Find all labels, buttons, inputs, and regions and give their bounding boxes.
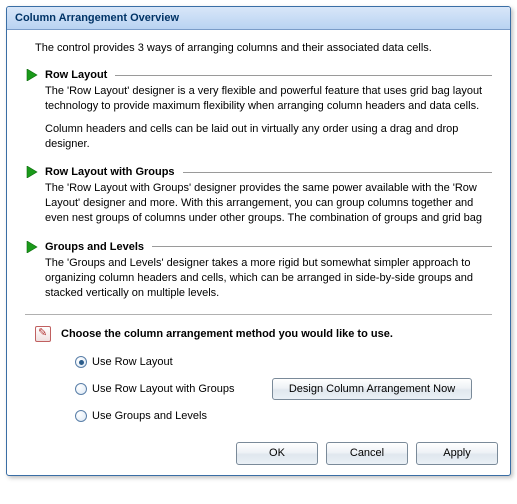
option-label: Use Row Layout with Groups [92, 383, 234, 395]
play-icon [25, 240, 39, 254]
dialog-button-row: OK Cancel Apply [7, 432, 510, 475]
section-row-layout-groups: Row Layout with Groups The 'Row Layout w… [25, 165, 492, 226]
radio-icon[interactable] [75, 410, 87, 422]
section-title: Groups and Levels [45, 241, 144, 253]
divider-line [152, 246, 492, 247]
button-label: Design Column Arrangement Now [289, 383, 455, 395]
option-label: Use Groups and Levels [92, 410, 207, 422]
title-bar: Column Arrangement Overview [7, 7, 510, 30]
cancel-button[interactable]: Cancel [326, 442, 408, 465]
section-title: Row Layout [45, 69, 107, 81]
play-icon [25, 68, 39, 82]
section-row-layout: Row Layout The 'Row Layout' designer is … [25, 68, 492, 151]
section-header: Row Layout with Groups [25, 165, 492, 179]
radio-icon[interactable] [75, 383, 87, 395]
section-body: The 'Row Layout' designer is a very flex… [45, 84, 492, 151]
choose-row: Choose the column arrangement method you… [35, 326, 492, 342]
edit-icon [35, 326, 51, 342]
option-use-groups-levels[interactable]: Use Groups and Levels [75, 410, 492, 422]
radio-group: Use Row Layout Use Row Layout with Group… [75, 356, 492, 422]
design-column-arrangement-button[interactable]: Design Column Arrangement Now [272, 378, 472, 400]
dialog-content: The control provides 3 ways of arranging… [7, 30, 510, 432]
section-header: Row Layout [25, 68, 492, 82]
divider-line [115, 75, 492, 76]
option-use-row-layout[interactable]: Use Row Layout [75, 356, 492, 368]
dialog-title: Column Arrangement Overview [15, 12, 179, 24]
section-body: The 'Row Layout with Groups' designer pr… [45, 181, 492, 226]
section-body: The 'Groups and Levels' designer takes a… [45, 256, 492, 301]
option-use-row-layout-groups[interactable]: Use Row Layout with Groups Design Column… [75, 378, 492, 400]
button-label: Apply [443, 447, 471, 459]
section-groups-levels: Groups and Levels The 'Groups and Levels… [25, 240, 492, 301]
dialog-window: Column Arrangement Overview The control … [6, 6, 511, 476]
section-paragraph: Column headers and cells can be laid out… [45, 122, 492, 152]
section-paragraph: The 'Groups and Levels' designer takes a… [45, 256, 492, 301]
play-icon [25, 165, 39, 179]
intro-text: The control provides 3 ways of arranging… [35, 42, 492, 54]
section-paragraph: The 'Row Layout' designer is a very flex… [45, 84, 492, 114]
horizontal-divider [25, 314, 492, 316]
option-label: Use Row Layout [92, 356, 173, 368]
section-title: Row Layout with Groups [45, 166, 175, 178]
button-label: OK [269, 447, 285, 459]
button-label: Cancel [350, 447, 384, 459]
ok-button[interactable]: OK [236, 442, 318, 465]
section-header: Groups and Levels [25, 240, 492, 254]
divider-line [183, 172, 492, 173]
section-paragraph: The 'Row Layout with Groups' designer pr… [45, 181, 492, 226]
apply-button[interactable]: Apply [416, 442, 498, 465]
radio-icon[interactable] [75, 356, 87, 368]
choose-label: Choose the column arrangement method you… [61, 328, 393, 340]
